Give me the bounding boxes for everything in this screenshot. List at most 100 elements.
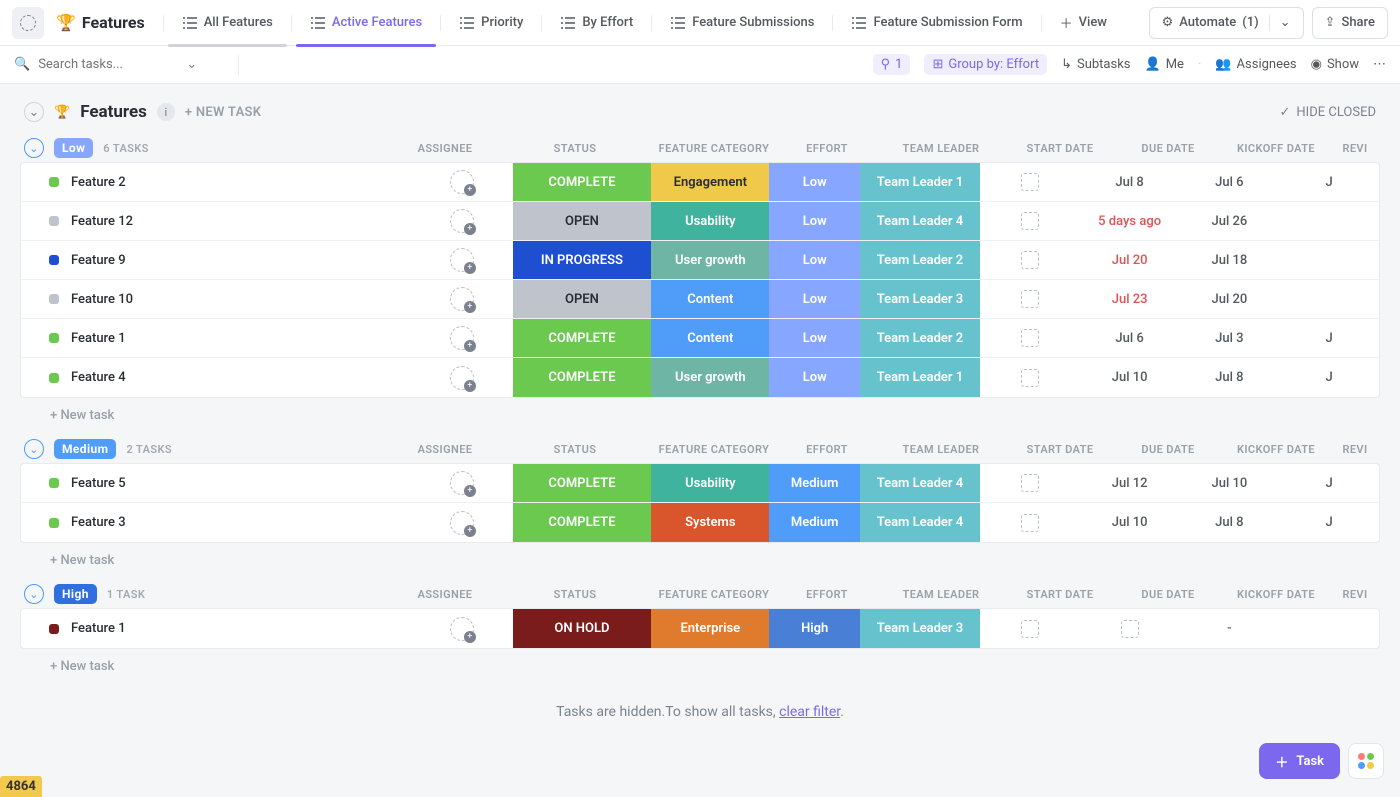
category-cell[interactable]: Engagement bbox=[651, 163, 769, 201]
subtasks-chip[interactable]: ↳ Subtasks bbox=[1061, 57, 1130, 72]
start-date-cell[interactable] bbox=[980, 241, 1080, 279]
view-tab[interactable]: Feature Submissions bbox=[656, 0, 828, 46]
new-task-row[interactable]: + New task bbox=[20, 543, 1380, 570]
status-cell[interactable]: ON HOLD bbox=[513, 609, 652, 648]
start-date-cell[interactable] bbox=[980, 202, 1080, 240]
leader-cell[interactable]: Team Leader 1 bbox=[860, 163, 980, 201]
category-cell[interactable]: User growth bbox=[651, 358, 769, 397]
due-date-cell[interactable] bbox=[1080, 609, 1180, 648]
leader-cell[interactable]: Team Leader 4 bbox=[860, 202, 980, 240]
effort-cell[interactable]: Low bbox=[769, 202, 860, 240]
view-tab[interactable]: Active Features bbox=[296, 0, 436, 46]
add-assignee-icon[interactable] bbox=[450, 617, 474, 641]
effort-cell[interactable]: Medium bbox=[769, 464, 860, 502]
category-cell[interactable]: User growth bbox=[651, 241, 769, 279]
task-name[interactable]: Feature 9 bbox=[71, 253, 126, 268]
calendar-icon[interactable] bbox=[1021, 369, 1039, 387]
new-task-row[interactable]: + New task bbox=[20, 649, 1380, 676]
search-wrap[interactable]: 🔍 ⌄ bbox=[14, 57, 224, 72]
table-row[interactable]: Feature 12OPENUsabilityLowTeam Leader 45… bbox=[21, 202, 1379, 241]
leader-cell[interactable]: Team Leader 4 bbox=[860, 503, 980, 542]
column-header[interactable]: EFFORT bbox=[778, 588, 876, 601]
collapse-button[interactable] bbox=[12, 7, 44, 39]
column-header[interactable]: KICKOFF DATE bbox=[1222, 142, 1330, 155]
add-assignee-icon[interactable] bbox=[450, 511, 474, 535]
assignee-cell[interactable] bbox=[411, 280, 513, 318]
column-header[interactable]: KICKOFF DATE bbox=[1222, 588, 1330, 601]
status-dot[interactable] bbox=[49, 333, 59, 343]
collapse-list-button[interactable]: ⌄ bbox=[24, 102, 44, 122]
collapse-group-button[interactable]: ⌄ bbox=[24, 138, 44, 158]
status-cell[interactable]: COMPLETE bbox=[513, 319, 652, 357]
kickoff-date-cell[interactable]: Jul 20 bbox=[1180, 280, 1280, 318]
assignee-cell[interactable] bbox=[411, 503, 513, 542]
hide-closed-toggle[interactable]: ✓ HIDE CLOSED bbox=[1280, 105, 1377, 120]
column-header[interactable]: FEATURE CATEGORY bbox=[650, 142, 778, 155]
column-header[interactable]: STATUS bbox=[500, 443, 650, 456]
group-pill[interactable]: Medium bbox=[54, 439, 116, 459]
column-header[interactable]: STATUS bbox=[500, 142, 650, 155]
kickoff-date-cell[interactable]: Jul 10 bbox=[1180, 464, 1280, 502]
category-cell[interactable]: Content bbox=[651, 280, 769, 318]
table-row[interactable]: Feature 3COMPLETESystemsMediumTeam Leade… bbox=[21, 503, 1379, 542]
table-row[interactable]: Feature 10OPENContentLowTeam Leader 3Jul… bbox=[21, 280, 1379, 319]
review-cell[interactable] bbox=[1279, 202, 1379, 240]
effort-cell[interactable]: Low bbox=[769, 163, 860, 201]
leader-cell[interactable]: Team Leader 3 bbox=[860, 280, 980, 318]
groupby-chip[interactable]: ⊞ Group by: Effort bbox=[924, 54, 1047, 75]
clear-filter-link[interactable]: clear filter bbox=[779, 704, 840, 720]
due-date-cell[interactable]: Jul 10 bbox=[1080, 358, 1180, 397]
column-header[interactable]: TEAM LEADER bbox=[876, 443, 1006, 456]
column-header[interactable]: REVI bbox=[1330, 588, 1380, 601]
filter-chip[interactable]: ⚲ 1 bbox=[873, 54, 911, 75]
add-assignee-icon[interactable] bbox=[450, 366, 474, 390]
show-chip[interactable]: ◉ Show bbox=[1311, 57, 1359, 72]
status-dot[interactable] bbox=[49, 373, 59, 383]
due-date-cell[interactable]: Jul 6 bbox=[1080, 319, 1180, 357]
status-dot[interactable] bbox=[49, 518, 59, 528]
automate-button[interactable]: ⚙︎ Automate (1) ⌄ bbox=[1149, 7, 1304, 39]
task-name[interactable]: Feature 1 bbox=[71, 621, 126, 636]
group-pill[interactable]: High bbox=[54, 584, 97, 604]
add-assignee-icon[interactable] bbox=[450, 471, 474, 495]
kickoff-date-cell[interactable]: Jul 8 bbox=[1180, 503, 1280, 542]
review-cell[interactable] bbox=[1279, 241, 1379, 279]
leader-cell[interactable]: Team Leader 4 bbox=[860, 464, 980, 502]
category-cell[interactable]: Usability bbox=[651, 202, 769, 240]
start-date-cell[interactable] bbox=[980, 280, 1080, 318]
column-header[interactable]: FEATURE CATEGORY bbox=[650, 443, 778, 456]
calendar-icon[interactable] bbox=[1021, 290, 1039, 308]
add-assignee-icon[interactable] bbox=[450, 326, 474, 350]
column-header[interactable]: START DATE bbox=[1006, 443, 1114, 456]
status-dot[interactable] bbox=[49, 255, 59, 265]
column-header[interactable]: KICKOFF DATE bbox=[1222, 443, 1330, 456]
kickoff-date-cell[interactable]: Jul 18 bbox=[1180, 241, 1280, 279]
start-date-cell[interactable] bbox=[980, 503, 1080, 542]
category-cell[interactable]: Systems bbox=[651, 503, 769, 542]
status-dot[interactable] bbox=[49, 294, 59, 304]
effort-cell[interactable]: Low bbox=[769, 241, 860, 279]
start-date-cell[interactable] bbox=[980, 609, 1080, 648]
assignee-cell[interactable] bbox=[411, 609, 513, 648]
status-dot[interactable] bbox=[49, 177, 59, 187]
status-dot[interactable] bbox=[49, 478, 59, 488]
review-cell[interactable] bbox=[1279, 609, 1379, 648]
chevron-down-icon[interactable]: ⌄ bbox=[186, 57, 197, 72]
kickoff-date-cell[interactable]: Jul 3 bbox=[1180, 319, 1280, 357]
table-row[interactable]: Feature 9IN PROGRESSUser growthLowTeam L… bbox=[21, 241, 1379, 280]
add-assignee-icon[interactable] bbox=[450, 209, 474, 233]
effort-cell[interactable]: Low bbox=[769, 358, 860, 397]
calendar-icon[interactable] bbox=[1121, 620, 1139, 638]
due-date-cell[interactable]: Jul 8 bbox=[1080, 163, 1180, 201]
kickoff-date-cell[interactable]: - bbox=[1180, 609, 1280, 648]
review-cell[interactable]: J bbox=[1279, 163, 1379, 201]
task-name[interactable]: Feature 2 bbox=[71, 175, 126, 190]
due-date-cell[interactable]: Jul 23 bbox=[1080, 280, 1180, 318]
group-pill[interactable]: Low bbox=[54, 138, 93, 158]
assignees-chip[interactable]: 👥 Assignees bbox=[1215, 57, 1296, 72]
kickoff-date-cell[interactable]: Jul 6 bbox=[1180, 163, 1280, 201]
column-header[interactable]: STATUS bbox=[500, 588, 650, 601]
column-header[interactable]: FEATURE CATEGORY bbox=[650, 588, 778, 601]
due-date-cell[interactable]: 5 days ago bbox=[1080, 202, 1180, 240]
new-task-fab[interactable]: ＋ Task bbox=[1259, 743, 1340, 779]
